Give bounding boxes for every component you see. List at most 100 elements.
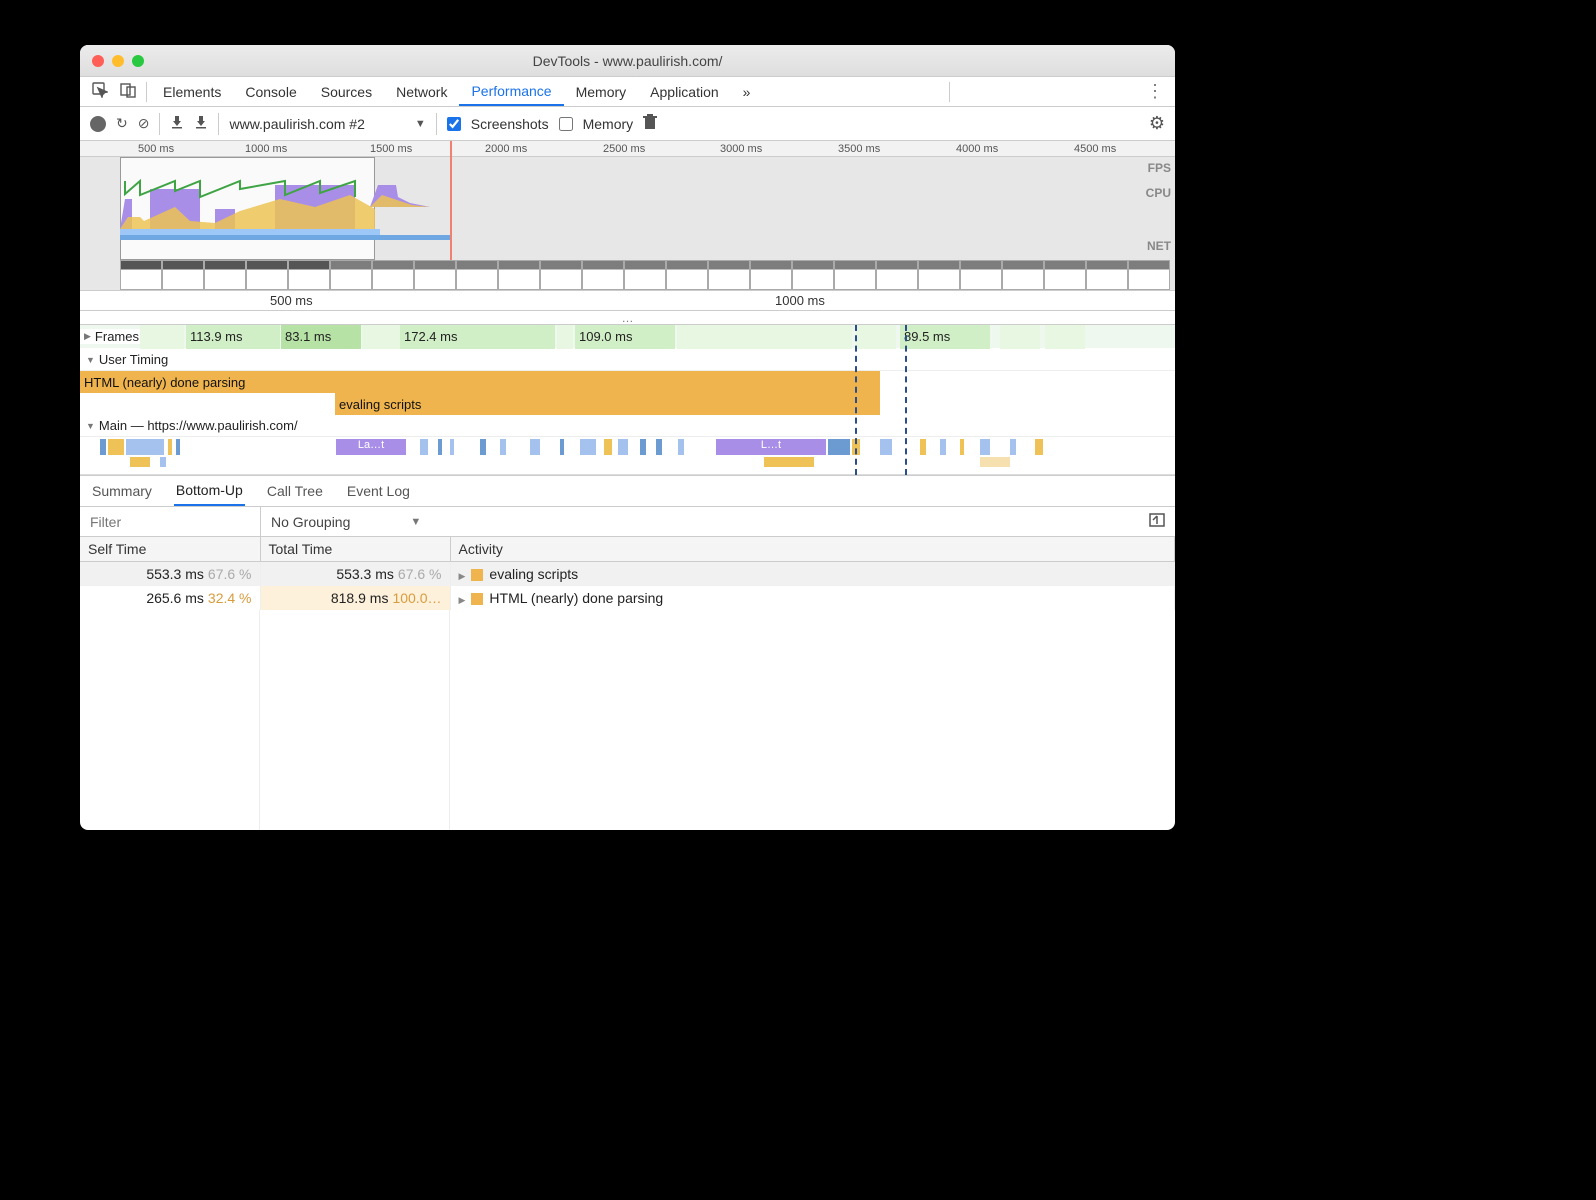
device-toggle-icon[interactable] xyxy=(114,82,142,102)
tab-call-tree[interactable]: Call Tree xyxy=(265,477,325,505)
timing-bar[interactable]: HTML (nearly) done parsing xyxy=(80,371,880,393)
flame-block[interactable] xyxy=(618,439,628,455)
grouping-select[interactable]: No Grouping ▼ xyxy=(261,514,431,530)
flame-block[interactable] xyxy=(108,439,124,455)
flame-block[interactable] xyxy=(480,439,486,455)
flame-block[interactable] xyxy=(980,457,1010,467)
frame-segment[interactable] xyxy=(140,325,184,349)
main-thread-header[interactable]: ▼ Main — https://www.paulirish.com/ xyxy=(80,415,1175,437)
reload-icon[interactable]: ↻ xyxy=(116,115,128,132)
screenshot-thumb[interactable] xyxy=(1128,260,1170,290)
timing-bar[interactable]: evaling scripts xyxy=(335,393,880,415)
save-profile-icon[interactable] xyxy=(194,115,208,132)
col-activity[interactable]: Activity xyxy=(450,537,1175,562)
screenshot-thumb[interactable] xyxy=(1044,260,1086,290)
overview-timeline[interactable]: 500 ms 1000 ms 1500 ms 2000 ms 2500 ms 3… xyxy=(80,141,1175,291)
flame-ruler[interactable]: 500 ms 1000 ms xyxy=(80,291,1175,311)
flame-block[interactable] xyxy=(500,439,506,455)
flame-block[interactable] xyxy=(176,439,180,455)
frame-segment[interactable] xyxy=(856,325,896,349)
table-row[interactable]: 265.6 ms32.4 % 818.9 ms100.0… HTML (near… xyxy=(80,586,1175,610)
screenshot-thumb[interactable] xyxy=(750,260,792,290)
screenshot-thumb[interactable] xyxy=(960,260,1002,290)
tab-application[interactable]: Application xyxy=(638,77,731,106)
flame-block[interactable] xyxy=(880,439,892,455)
flame-block[interactable] xyxy=(420,439,428,455)
flame-block[interactable] xyxy=(764,457,814,467)
flame-block[interactable] xyxy=(604,439,612,455)
screenshot-thumb[interactable] xyxy=(204,260,246,290)
flame-block[interactable] xyxy=(828,439,850,455)
tab-console[interactable]: Console xyxy=(233,77,308,106)
screenshot-thumb[interactable] xyxy=(1002,260,1044,290)
flame-block[interactable]: La…t xyxy=(336,439,406,455)
screenshot-thumb[interactable] xyxy=(624,260,666,290)
expand-icon[interactable] xyxy=(459,566,470,582)
tab-bottom-up[interactable]: Bottom-Up xyxy=(174,476,245,506)
screenshot-thumb[interactable] xyxy=(834,260,876,290)
tabs-overflow[interactable]: » xyxy=(731,77,763,106)
screenshot-thumb[interactable] xyxy=(540,260,582,290)
flame-block[interactable] xyxy=(1035,439,1043,455)
flame-chart[interactable]: ▶Frames 113.9 ms 83.1 ms 172.4 ms 109.0 … xyxy=(80,325,1175,475)
tab-sources[interactable]: Sources xyxy=(309,77,384,106)
recording-select[interactable]: www.paulirish.com #2 ▼ xyxy=(229,116,425,132)
screenshot-thumb[interactable] xyxy=(792,260,834,290)
flame-block[interactable] xyxy=(640,439,646,455)
heaviest-stack-icon[interactable] xyxy=(1139,513,1175,531)
flame-block[interactable] xyxy=(530,439,540,455)
filter-input[interactable] xyxy=(80,507,260,536)
clear-icon[interactable]: ⊘ xyxy=(138,115,150,132)
flame-block[interactable] xyxy=(920,439,926,455)
screenshot-thumb[interactable] xyxy=(246,260,288,290)
flame-block[interactable] xyxy=(656,439,662,455)
frame-segment[interactable]: 109.0 ms xyxy=(575,325,675,349)
user-timing-header[interactable]: ▼ User Timing xyxy=(80,349,1175,371)
screenshot-thumb[interactable] xyxy=(708,260,750,290)
screenshot-thumb[interactable] xyxy=(120,260,162,290)
settings-gear-icon[interactable]: ⚙ xyxy=(1149,113,1165,134)
frame-segment[interactable]: 172.4 ms xyxy=(400,325,555,349)
col-total-time[interactable]: Total Time xyxy=(260,537,450,562)
screenshot-thumb[interactable] xyxy=(876,260,918,290)
flame-block[interactable] xyxy=(126,439,164,455)
flame-block[interactable] xyxy=(678,439,684,455)
frame-segment[interactable]: 89.5 ms xyxy=(900,325,990,349)
kebab-menu-icon[interactable]: ⋮ xyxy=(1141,81,1169,102)
flame-block[interactable]: L…t xyxy=(716,439,826,455)
screenshot-thumb[interactable] xyxy=(372,260,414,290)
tab-summary[interactable]: Summary xyxy=(90,477,154,505)
collapse-icon[interactable]: ▼ xyxy=(86,421,95,431)
flame-block[interactable] xyxy=(438,439,442,455)
screenshot-thumb[interactable] xyxy=(666,260,708,290)
record-button[interactable] xyxy=(90,116,106,132)
flame-block[interactable] xyxy=(940,439,946,455)
tab-performance[interactable]: Performance xyxy=(459,77,563,106)
screenshot-filmstrip[interactable] xyxy=(120,260,1175,290)
frame-segment[interactable] xyxy=(1000,325,1040,349)
screenshot-thumb[interactable] xyxy=(456,260,498,290)
screenshot-thumb[interactable] xyxy=(918,260,960,290)
flame-block[interactable] xyxy=(168,439,172,455)
tab-memory[interactable]: Memory xyxy=(564,77,639,106)
expand-icon[interactable]: ▶ xyxy=(84,331,91,342)
frame-segment[interactable]: 83.1 ms xyxy=(281,325,361,349)
flame-block[interactable] xyxy=(100,439,106,455)
flame-block[interactable] xyxy=(580,439,596,455)
flame-block[interactable] xyxy=(160,457,166,467)
frame-segment[interactable] xyxy=(557,325,573,349)
table-row[interactable]: 553.3 ms67.6 % 553.3 ms67.6 % evaling sc… xyxy=(80,562,1175,587)
trash-icon[interactable] xyxy=(643,114,657,133)
screenshot-thumb[interactable] xyxy=(330,260,372,290)
col-self-time[interactable]: Self Time xyxy=(80,537,260,562)
frames-track[interactable]: ▶Frames 113.9 ms 83.1 ms 172.4 ms 109.0 … xyxy=(80,325,1175,349)
screenshot-thumb[interactable] xyxy=(288,260,330,290)
screenshot-thumb[interactable] xyxy=(414,260,456,290)
expand-icon[interactable] xyxy=(459,590,470,606)
screenshots-checkbox[interactable] xyxy=(447,117,461,131)
flame-block[interactable] xyxy=(1010,439,1016,455)
main-flame[interactable]: La…t L…t xyxy=(80,437,1175,475)
flame-block[interactable] xyxy=(980,439,990,455)
frame-segment[interactable] xyxy=(677,325,852,349)
flame-block[interactable] xyxy=(450,439,454,455)
